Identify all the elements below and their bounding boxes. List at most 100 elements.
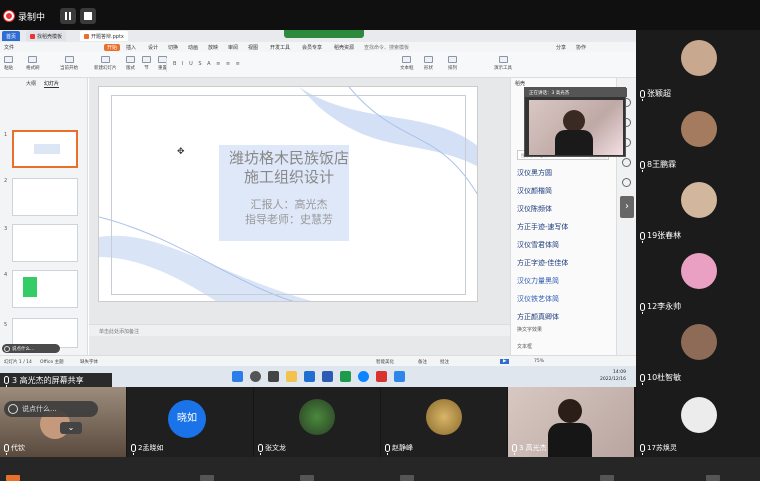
- search-icon[interactable]: [250, 371, 261, 382]
- tab-home[interactable]: 首页: [2, 31, 21, 41]
- chevron-right-icon[interactable]: ›: [620, 196, 634, 218]
- slide-subtitle[interactable]: 汇报人：高光杰 指导老师：史慧芳: [99, 197, 477, 227]
- participant-tile[interactable]: 19张春林: [636, 172, 760, 243]
- wps-icon[interactable]: [376, 371, 387, 382]
- share-button[interactable]: 分享: [556, 44, 566, 51]
- paste-button[interactable]: 粘贴: [4, 56, 13, 71]
- control-icon[interactable]: [706, 475, 720, 481]
- notes-toggle[interactable]: 备注: [418, 359, 427, 365]
- font-item[interactable]: 汉仪铁艺体简: [517, 294, 559, 304]
- windows-start-icon[interactable]: [232, 371, 243, 382]
- pause-recording-button[interactable]: [60, 8, 76, 24]
- textbox-link[interactable]: 文本框: [517, 343, 532, 350]
- participant-tile[interactable]: 8王鹏霖: [636, 101, 760, 172]
- font-item[interactable]: 方正手迹-速写体: [517, 222, 568, 232]
- collab-button[interactable]: 协作: [576, 44, 586, 51]
- shapes-button[interactable]: 形状: [424, 56, 433, 71]
- control-icon[interactable]: [600, 475, 614, 481]
- notes-area[interactable]: 单击此处添加备注: [89, 324, 510, 336]
- menu-home[interactable]: 开始: [104, 44, 121, 51]
- command-search[interactable]: 查找命令、搜索模板: [364, 44, 409, 51]
- edge-icon[interactable]: [304, 371, 315, 382]
- stop-recording-button[interactable]: [80, 8, 96, 24]
- participant-tile[interactable]: 10杜智敏: [636, 314, 760, 385]
- tab-slides[interactable]: 幻灯片: [44, 80, 60, 88]
- smart-beautify-button[interactable]: 智能美化: [376, 359, 394, 365]
- control-icon[interactable]: [400, 475, 414, 481]
- tab-templates[interactable]: 找稻壳模板: [26, 31, 67, 41]
- participant-tile[interactable]: 张颖超: [636, 30, 760, 101]
- menu-review[interactable]: 审阅: [228, 44, 238, 51]
- menu-file[interactable]: 文件: [4, 44, 14, 51]
- ribbon-label: 节: [144, 66, 149, 71]
- slide-thumbnail-1[interactable]: [12, 130, 78, 168]
- new-slide-button[interactable]: 新建幻灯片: [94, 56, 117, 71]
- participants-icon[interactable]: [6, 475, 20, 481]
- comment-input[interactable]: 说点什么...: [2, 344, 60, 353]
- menu-animation[interactable]: 动画: [188, 44, 198, 51]
- font-item[interactable]: 汉仪陈频体: [517, 204, 552, 214]
- participant-tile[interactable]: 赵静峰: [381, 387, 507, 457]
- font-item[interactable]: 汉仪黑方圆: [517, 168, 552, 178]
- participant-name: 2孟晓如: [131, 443, 163, 455]
- app-icon[interactable]: [322, 371, 333, 382]
- participant-tile[interactable]: 12李永帅: [636, 243, 760, 314]
- thumb-image: [23, 277, 37, 297]
- textbox-button[interactable]: 文本框: [400, 56, 414, 71]
- tab-pptx[interactable]: 开题答辩.pptx: [80, 31, 128, 41]
- slide-thumbnail-3[interactable]: [12, 224, 78, 262]
- task-view-icon[interactable]: [268, 371, 279, 382]
- participant-tile[interactable]: 张文龙: [254, 387, 380, 457]
- tab-outline[interactable]: 大纲: [26, 80, 36, 87]
- app-icon[interactable]: [340, 371, 351, 382]
- slide-thumbnail-4[interactable]: [12, 270, 78, 308]
- play-from-current-button[interactable]: 当前开始: [60, 56, 78, 71]
- participant-tile[interactable]: 3 高光杰: [508, 387, 634, 457]
- current-slide[interactable]: 潍坊格木民族饭店 施工组织设计 汇报人：高光杰 指导老师：史慧芳 ✥: [98, 86, 478, 302]
- font-item[interactable]: 汉仪颜楷简: [517, 186, 552, 196]
- play-slideshow-icon[interactable]: ▶: [500, 359, 510, 364]
- menu-docer[interactable]: 稻壳资源: [334, 44, 354, 51]
- menu-slideshow[interactable]: 放映: [208, 44, 218, 51]
- menu-transition[interactable]: 切换: [168, 44, 178, 51]
- missing-font-button[interactable]: 缺失字体: [80, 359, 98, 365]
- font-item[interactable]: 方正颜真卿体: [517, 312, 559, 322]
- screen-share-banner: 3 高光杰的屏幕共享: [0, 373, 112, 387]
- menu-insert[interactable]: 插入: [126, 44, 136, 51]
- participant-name: 17苏焕灵: [640, 443, 677, 455]
- presentation-tools-button[interactable]: 演示工具: [494, 56, 512, 71]
- text-effects-link[interactable]: 换文字效果: [517, 326, 542, 333]
- sidebar-icon[interactable]: [622, 158, 631, 167]
- chat-input[interactable]: 说点什么...: [4, 401, 98, 417]
- slide-title[interactable]: 潍坊格木民族饭店 施工组织设计: [99, 149, 477, 187]
- participant-tile[interactable]: 17苏焕灵: [636, 387, 760, 457]
- font-item[interactable]: 汉仪力量黑简: [517, 276, 559, 286]
- file-explorer-icon[interactable]: [286, 371, 297, 382]
- sidebar-icon[interactable]: [622, 178, 631, 187]
- pptx-icon: [84, 33, 89, 39]
- arrange-button[interactable]: 排列: [448, 56, 457, 71]
- layout-icon: [126, 56, 135, 63]
- slide-thumbnail-pane: 大纲 幻灯片 1 2 3 4 5 说点什么...: [0, 78, 88, 355]
- control-icon[interactable]: [300, 475, 314, 481]
- section-button[interactable]: 节: [142, 56, 151, 71]
- font-item[interactable]: 汉仪雪君体简: [517, 240, 559, 250]
- format-painter-button[interactable]: 格式刷: [26, 56, 40, 71]
- font-item[interactable]: 方正字迹-佳佳体: [517, 258, 568, 268]
- font-format-controls[interactable]: B I U S A ≡ ≡ ≡: [166, 58, 386, 72]
- menu-view[interactable]: 视图: [248, 44, 258, 51]
- slide-thumbnail-2[interactable]: [12, 178, 78, 216]
- chrome-icon[interactable]: [358, 371, 369, 382]
- comments-toggle[interactable]: 批注: [440, 359, 449, 365]
- layout-button[interactable]: 版式: [126, 56, 135, 71]
- menu-devtools[interactable]: 开发工具: [270, 44, 290, 51]
- presenter-video-window[interactable]: 正在讲话：3 高光杰: [524, 87, 627, 157]
- smile-icon: [4, 345, 10, 352]
- chevron-down-icon[interactable]: ⌄: [60, 422, 82, 434]
- menu-member[interactable]: 会员专享: [302, 44, 322, 51]
- app-icon[interactable]: [394, 371, 405, 382]
- participant-name: 12李永帅: [640, 301, 681, 314]
- menu-design[interactable]: 设计: [148, 44, 158, 51]
- control-icon[interactable]: [200, 475, 214, 481]
- zoom-level[interactable]: 75%: [534, 359, 544, 364]
